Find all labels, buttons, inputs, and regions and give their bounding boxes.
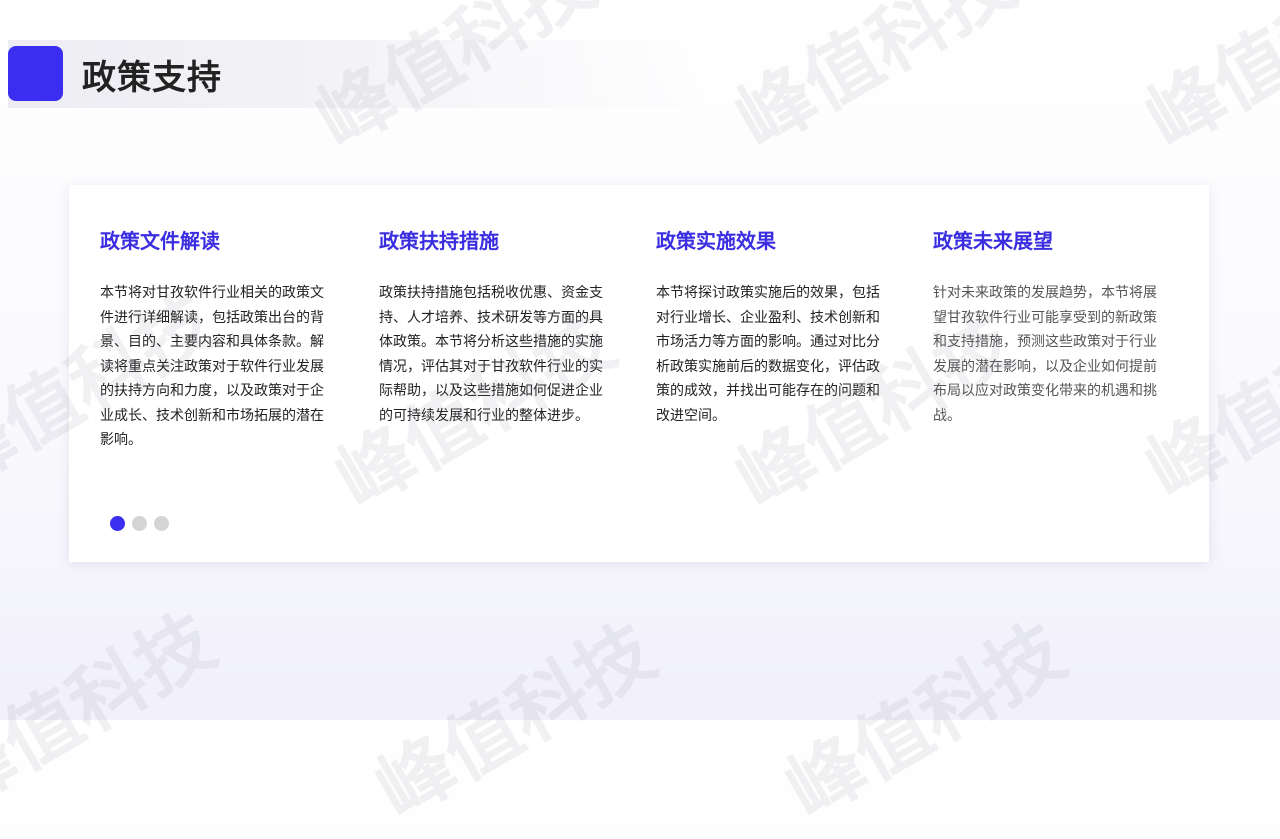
section-heading: 政策文件解读 <box>100 229 220 253</box>
carousel-dot-2[interactable] <box>132 516 147 531</box>
section-policy-outlook: 政策未来展望 针对未来政策的发展趋势，本节将展望甘孜软件行业可能享受到的新政策和… <box>933 229 1169 428</box>
section-body: 本节将对甘孜软件行业相关的政策文件进行详细解读，包括政策出台的背景、目的、主要内… <box>100 285 324 448</box>
watermark: 峰值科技 <box>1131 0 1280 166</box>
watermark: 峰值科技 <box>721 0 1030 166</box>
section-policy-interpretation: 政策文件解读 本节将对甘孜软件行业相关的政策文件进行详细解读，包括政策出台的背景… <box>100 229 336 453</box>
watermark: 峰值科技 <box>0 596 230 826</box>
carousel-dot-3[interactable] <box>154 516 169 531</box>
section-heading: 政策未来展望 <box>933 229 1053 253</box>
section-body: 政策扶持措施包括税收优惠、资金支持、人才培养、技术研发等方面的具体政策。本节将分… <box>379 285 603 424</box>
carousel-indicator <box>110 516 169 531</box>
section-heading: 政策实施效果 <box>656 229 776 253</box>
carousel-dot-1[interactable] <box>110 516 125 531</box>
title-accent-block <box>8 46 63 101</box>
section-policy-measures: 政策扶持措施 政策扶持措施包括税收优惠、资金支持、人才培养、技术研发等方面的具体… <box>379 229 615 428</box>
watermark: 峰值科技 <box>361 606 670 836</box>
section-body: 本节将探讨政策实施后的效果，包括对行业增长、企业盈利、技术创新和市场活力等方面的… <box>656 285 880 424</box>
section-heading: 政策扶持措施 <box>379 229 499 253</box>
content-card: 政策文件解读 本节将对甘孜软件行业相关的政策文件进行详细解读，包括政策出台的背景… <box>69 185 1209 562</box>
page-title: 政策支持 <box>82 58 222 98</box>
watermark: 峰值科技 <box>771 606 1080 836</box>
section-body: 针对未来政策的发展趋势，本节将展望甘孜软件行业可能享受到的新政策和支持措施，预测… <box>933 285 1157 424</box>
section-policy-effects: 政策实施效果 本节将探讨政策实施后的效果，包括对行业增长、企业盈利、技术创新和市… <box>656 229 892 428</box>
